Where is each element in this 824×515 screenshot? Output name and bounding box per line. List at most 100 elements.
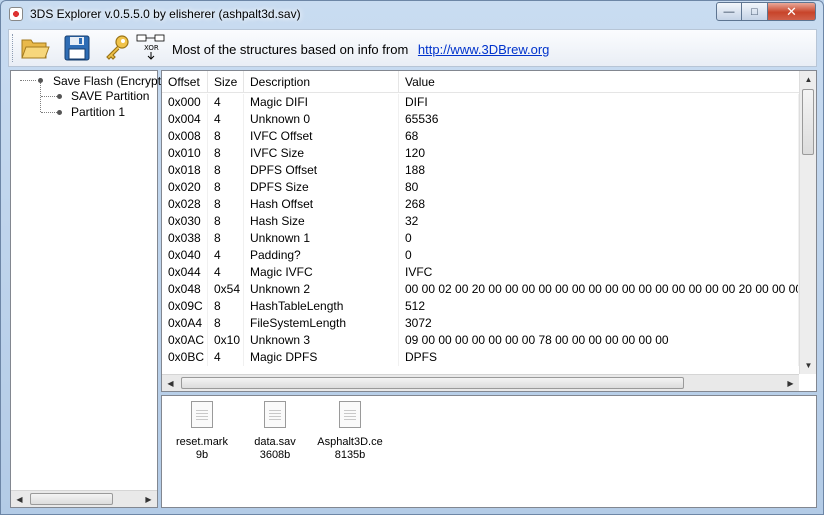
cell-offset: 0x000 bbox=[162, 94, 208, 111]
file-name: Asphalt3D.ce bbox=[317, 436, 383, 448]
table-row[interactable]: 0x018 8 DPFS Offset 188 bbox=[162, 162, 799, 179]
column-header-size[interactable]: Size bbox=[208, 71, 244, 93]
table-row[interactable]: 0x030 8 Hash Size 32 bbox=[162, 213, 799, 230]
key-button[interactable] bbox=[101, 33, 133, 63]
close-button[interactable]: ✕ bbox=[768, 2, 816, 21]
app-icon[interactable] bbox=[9, 7, 23, 21]
cell-value: 65536 bbox=[399, 111, 799, 128]
cell-description: DPFS Offset bbox=[244, 162, 399, 179]
cell-description: DPFS Size bbox=[244, 179, 399, 196]
tree-horizontal-scrollbar[interactable]: ◀ ▶ bbox=[11, 490, 157, 507]
column-header-value[interactable]: Value bbox=[399, 71, 799, 93]
table-row[interactable]: 0x0A4 8 FileSystemLength 3072 bbox=[162, 315, 799, 332]
scroll-up-arrow-icon[interactable]: ▲ bbox=[800, 71, 816, 87]
table-row[interactable]: 0x020 8 DPFS Size 80 bbox=[162, 179, 799, 196]
table-row[interactable]: 0x048 0x54 Unknown 2 00 00 02 00 20 00 00 0… bbox=[162, 281, 799, 298]
table-row[interactable]: 0x09C 8 HashTableLength 512 bbox=[162, 298, 799, 315]
file-item[interactable]: data.sav 3608b bbox=[235, 401, 315, 462]
cell-description: Hash Size bbox=[244, 213, 399, 230]
table-row[interactable]: 0x008 8 IVFC Offset 68 bbox=[162, 128, 799, 145]
open-button[interactable] bbox=[19, 33, 51, 63]
table-row[interactable]: 0x040 4 Padding? 0 bbox=[162, 247, 799, 264]
cell-value: 0 bbox=[399, 230, 799, 247]
cell-value: DIFI bbox=[399, 94, 799, 111]
tree-node-dot bbox=[57, 94, 62, 99]
file-size: 9b bbox=[195, 449, 209, 461]
cell-value: 68 bbox=[399, 128, 799, 145]
file-icon bbox=[264, 401, 286, 428]
key-icon bbox=[106, 35, 129, 60]
cell-size: 0x54 bbox=[208, 281, 244, 298]
tree-connector bbox=[20, 80, 36, 81]
scroll-thumb[interactable] bbox=[181, 377, 684, 389]
cell-value: IVFC bbox=[399, 264, 799, 281]
table-row[interactable]: 0x038 8 Unknown 10 bbox=[162, 230, 799, 247]
window-title: 3DS Explorer v.0.5.5.0 by elisherer (ash… bbox=[30, 7, 301, 21]
cell-value: 3072 bbox=[399, 315, 799, 332]
file-item[interactable]: reset.mark 9b bbox=[162, 401, 242, 462]
info-label: Most of the structures based on info fro… bbox=[172, 42, 409, 57]
table-row[interactable]: 0x010 8 IVFC Size 120 bbox=[162, 145, 799, 162]
cell-size: 8 bbox=[208, 213, 244, 230]
info-text: Most of the structures based on info fro… bbox=[172, 42, 549, 57]
cell-description: HashTableLength bbox=[244, 298, 399, 315]
table-row[interactable]: 0x0AC 0x10 Unknown 3 09 00 00 00 00 00 00 0… bbox=[162, 332, 799, 349]
tree-connector bbox=[40, 83, 41, 112]
cell-value: 00 00 02 00 20 00 00 00 00 00 00 00 00 0… bbox=[399, 281, 799, 298]
toolbar-grip bbox=[12, 34, 15, 62]
scroll-right-arrow-icon[interactable]: ▶ bbox=[782, 375, 799, 391]
cell-value: 32 bbox=[399, 213, 799, 230]
cell-value: 188 bbox=[399, 162, 799, 179]
structure-tree[interactable]: Save Flash (Encrypte SAVE Partition Part… bbox=[10, 70, 168, 508]
scroll-right-arrow-icon[interactable]: ▶ bbox=[140, 491, 157, 507]
cell-value: 80 bbox=[399, 179, 799, 196]
grid-horizontal-scrollbar[interactable]: ◀ ▶ bbox=[162, 374, 799, 391]
cell-description: Unknown 3 bbox=[244, 332, 399, 349]
cell-offset: 0x010 bbox=[162, 145, 208, 162]
structure-grid[interactable]: Offset Size Description Value 0x000 4 Magi… bbox=[161, 70, 817, 392]
scroll-left-arrow-icon[interactable]: ◀ bbox=[162, 375, 179, 391]
cell-size: 4 bbox=[208, 247, 244, 264]
grid-header: Offset Size Description Value bbox=[162, 71, 799, 93]
cell-offset: 0x008 bbox=[162, 128, 208, 145]
tree-node-dot bbox=[57, 110, 62, 115]
cell-size: 8 bbox=[208, 145, 244, 162]
table-row[interactable]: 0x028 8 Hash Offset 268 bbox=[162, 196, 799, 213]
table-row[interactable]: 0x004 4 Unknown 0 65536 bbox=[162, 111, 799, 128]
cell-offset: 0x040 bbox=[162, 247, 208, 264]
table-row[interactable]: 0x000 4 Magic DIFI DIFI bbox=[162, 94, 799, 111]
cell-description: Magic DPFS bbox=[244, 349, 399, 366]
column-header-description[interactable]: Description bbox=[244, 71, 399, 93]
cell-description: Padding? bbox=[244, 247, 399, 264]
xor-icon: XOR bbox=[136, 34, 165, 60]
scroll-thumb[interactable] bbox=[30, 493, 113, 505]
cell-offset: 0x018 bbox=[162, 162, 208, 179]
table-row[interactable]: 0x0BC 4 Magic DPFS DPFS bbox=[162, 349, 799, 366]
scroll-down-arrow-icon[interactable]: ▼ bbox=[800, 357, 816, 373]
cell-value: 120 bbox=[399, 145, 799, 162]
grid-vertical-scrollbar[interactable]: ▲ ▼ bbox=[799, 71, 816, 374]
minimize-button[interactable]: — bbox=[716, 2, 742, 21]
info-link[interactable]: http://www.3DBrew.org bbox=[418, 42, 550, 57]
cell-size: 4 bbox=[208, 94, 244, 111]
title-bar[interactable]: 3DS Explorer v.0.5.5.0 by elisherer (ash… bbox=[1, 1, 823, 27]
maximize-button[interactable]: □ bbox=[742, 2, 768, 21]
cell-size: 8 bbox=[208, 230, 244, 247]
xor-button[interactable]: XOR bbox=[135, 33, 167, 63]
column-header-offset[interactable]: Offset bbox=[162, 71, 208, 93]
cell-size: 8 bbox=[208, 196, 244, 213]
save-button[interactable] bbox=[61, 33, 93, 63]
cell-value: 268 bbox=[399, 196, 799, 213]
tree-connector bbox=[41, 112, 57, 113]
tree-item-save-partition[interactable]: SAVE Partition bbox=[71, 89, 149, 103]
file-list[interactable]: reset.mark 9b data.sav 3608b Asphalt3D.c… bbox=[161, 395, 817, 508]
tree-item-root[interactable]: Save Flash (Encrypte bbox=[53, 74, 168, 88]
file-item[interactable]: Asphalt3D.ce 8135b bbox=[310, 401, 390, 462]
scroll-left-arrow-icon[interactable]: ◀ bbox=[11, 491, 28, 507]
cell-description: Unknown 1 bbox=[244, 230, 399, 247]
scroll-thumb[interactable] bbox=[802, 89, 814, 155]
table-row[interactable]: 0x044 4 Magic IVFC IVFC bbox=[162, 264, 799, 281]
cell-description: Unknown 2 bbox=[244, 281, 399, 298]
tree-item-partition-1[interactable]: Partition 1 bbox=[71, 105, 125, 119]
cell-size: 4 bbox=[208, 349, 244, 366]
